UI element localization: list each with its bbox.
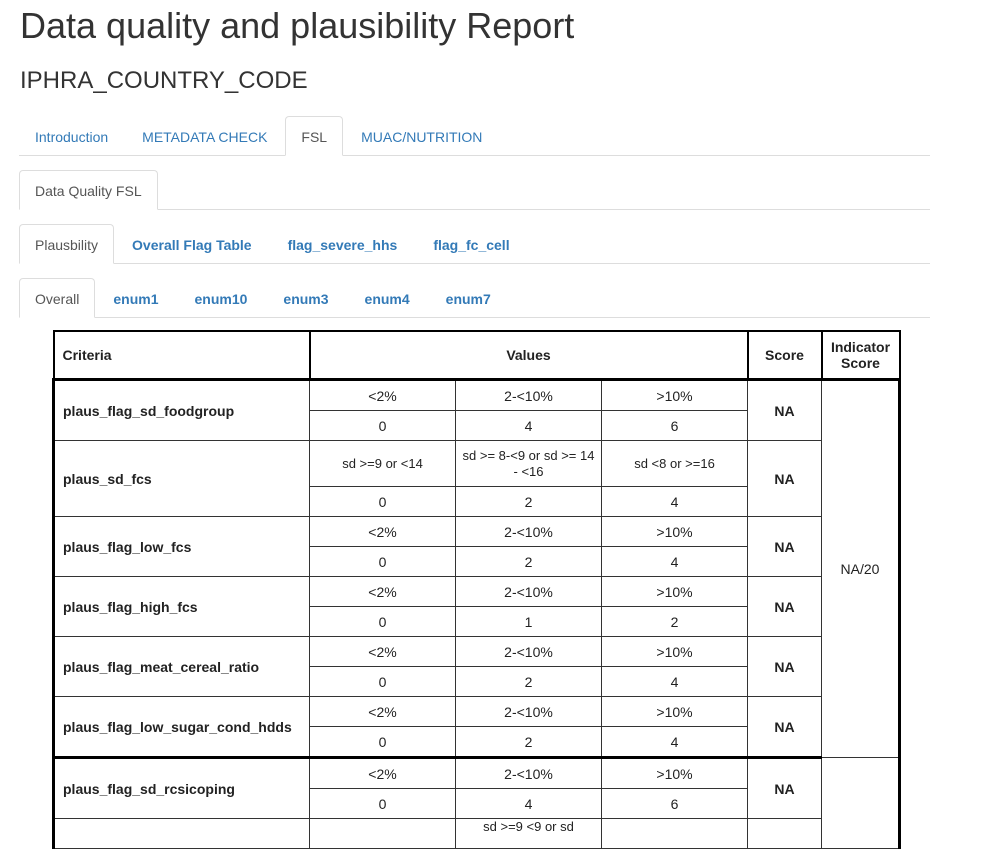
threshold-cell: 2-<10%	[455, 636, 602, 667]
points-cell: 0	[309, 788, 456, 819]
criteria-cell: plaus_flag_sd_foodgroup	[52, 378, 310, 441]
criteria-cell: plaus_flag_high_fcs	[52, 576, 310, 637]
tab-flag-severe-hhs[interactable]: flag_severe_hhs	[270, 224, 416, 264]
threshold-cell: >10%	[601, 378, 748, 411]
table-row: plaus_flag_sd_foodgroup <2% 2-<10% >10% …	[52, 378, 901, 758]
criteria-cell: plaus_flag_sd_rcsicoping	[52, 757, 310, 819]
tab-enum1[interactable]: enum1	[95, 278, 176, 318]
threshold-cell: 2-<10%	[455, 696, 602, 727]
score-cell: NA	[747, 636, 822, 697]
page-subtitle: IPHRA_COUNTRY_CODE	[20, 67, 308, 94]
score-cell: NA	[747, 440, 822, 517]
points-cell: 0	[309, 726, 456, 759]
tab-introduction[interactable]: Introduction	[19, 116, 124, 156]
threshold-cell: sd >=9 <9 or sd	[455, 818, 602, 849]
indicator-score-cell: NA/20	[821, 378, 901, 758]
header-values: Values	[308, 330, 749, 381]
threshold-cell: <2%	[309, 516, 456, 547]
table-row: plaus_flag_high_fcs <2% 2-<10% >10% NA	[52, 576, 900, 637]
tab-enum4[interactable]: enum4	[347, 278, 428, 318]
points-cell: 4	[601, 666, 748, 697]
points-cell: 6	[601, 410, 748, 441]
threshold-cell: >10%	[601, 516, 748, 547]
page-title: Data quality and plausibility Report	[20, 5, 575, 46]
header-score: Score	[746, 330, 823, 381]
table-row: sd >=9 <9 or sd	[52, 818, 900, 849]
plausibility-table: Criteria Values Score Indicator Score pl…	[52, 330, 901, 849]
points-cell: 0	[309, 410, 456, 441]
table-header-row: Criteria Values Score Indicator Score	[52, 330, 901, 381]
table-row: plaus_flag_meat_cereal_ratio <2% 2-<10% …	[52, 636, 900, 697]
points-cell: 4	[455, 788, 602, 819]
header-criteria: Criteria	[52, 330, 311, 381]
threshold-cell	[309, 818, 456, 849]
tab-plausbility[interactable]: Plausbility	[19, 224, 115, 264]
criteria-cell: plaus_flag_low_sugar_cond_hdds	[52, 696, 310, 759]
points-cell: 4	[455, 410, 602, 441]
points-cell: 0	[309, 486, 456, 517]
header-indicator-score: Indicator Score	[820, 330, 901, 381]
threshold-cell: >10%	[601, 576, 748, 607]
points-cell: 2	[601, 606, 748, 637]
threshold-cell: >10%	[601, 696, 748, 727]
threshold-cell: <2%	[309, 378, 456, 411]
score-cell: NA	[747, 378, 822, 441]
points-cell: 2	[455, 726, 602, 759]
enumerator-tabs: Overall enum1 enum10 enum3 enum4 enum7	[19, 276, 930, 318]
main-tabs: Introduction METADATA CHECK FSL MUAC/NUT…	[19, 114, 930, 156]
points-cell: 0	[309, 666, 456, 697]
points-cell: 6	[601, 788, 748, 819]
score-cell: NA	[747, 516, 822, 577]
score-cell: NA	[747, 576, 822, 637]
tab-enum3[interactable]: enum3	[265, 278, 346, 318]
table-row: plaus_flag_sd_rcsicoping <2% 2-<10% >10%…	[52, 757, 901, 849]
tab-enum10[interactable]: enum10	[176, 278, 265, 318]
threshold-cell: 2-<10%	[455, 757, 602, 789]
tab-overall-flag-table[interactable]: Overall Flag Table	[114, 224, 270, 264]
threshold-cell: sd >= 8-<9 or sd >= 14 - <16	[455, 440, 602, 487]
threshold-cell: >10%	[601, 757, 748, 789]
points-cell: 2	[455, 546, 602, 577]
fsl-subtabs: Data Quality FSL	[19, 168, 930, 210]
threshold-cell: <2%	[309, 696, 456, 727]
tab-data-quality-fsl[interactable]: Data Quality FSL	[19, 170, 158, 210]
score-cell: NA	[747, 757, 822, 819]
table-row: plaus_flag_low_sugar_cond_hdds <2% 2-<10…	[52, 696, 900, 759]
threshold-cell: 2-<10%	[455, 378, 602, 411]
score-cell	[747, 818, 822, 849]
threshold-cell	[601, 818, 748, 849]
threshold-cell: >10%	[601, 636, 748, 667]
criteria-cell	[52, 818, 310, 849]
criteria-cell: plaus_flag_meat_cereal_ratio	[52, 636, 310, 697]
tab-metadata-check[interactable]: METADATA CHECK	[126, 116, 283, 156]
tab-fsl[interactable]: FSL	[285, 116, 344, 156]
points-cell: 1	[455, 606, 602, 637]
points-cell: 4	[601, 486, 748, 517]
threshold-cell: sd >=9 or <14	[309, 440, 456, 487]
points-cell: 2	[455, 486, 602, 517]
points-cell: 0	[309, 606, 456, 637]
table-row: plaus_sd_fcs sd >=9 or <14 sd >= 8-<9 or…	[52, 440, 900, 517]
threshold-cell: 2-<10%	[455, 516, 602, 547]
tab-overall[interactable]: Overall	[19, 278, 96, 318]
tab-muac-nutrition[interactable]: MUAC/NUTRITION	[345, 116, 498, 156]
plausibility-tabs: Plausbility Overall Flag Table flag_seve…	[19, 222, 930, 264]
points-cell: 2	[455, 666, 602, 697]
tab-flag-fc-cell[interactable]: flag_fc_cell	[415, 224, 527, 264]
indicator-score-cell-2	[821, 757, 901, 849]
score-cell: NA	[747, 696, 822, 759]
points-cell: 4	[601, 726, 748, 759]
threshold-cell: 2-<10%	[455, 576, 602, 607]
points-cell: 4	[601, 546, 748, 577]
points-cell: 0	[309, 546, 456, 577]
criteria-cell: plaus_sd_fcs	[52, 440, 310, 517]
threshold-cell: <2%	[309, 636, 456, 667]
criteria-cell: plaus_flag_low_fcs	[52, 516, 310, 577]
table-row: plaus_flag_low_fcs <2% 2-<10% >10% NA	[52, 516, 900, 577]
threshold-cell: sd <8 or >=16	[601, 440, 748, 487]
tab-enum7[interactable]: enum7	[428, 278, 509, 318]
threshold-cell: <2%	[309, 757, 456, 789]
threshold-cell: <2%	[309, 576, 456, 607]
